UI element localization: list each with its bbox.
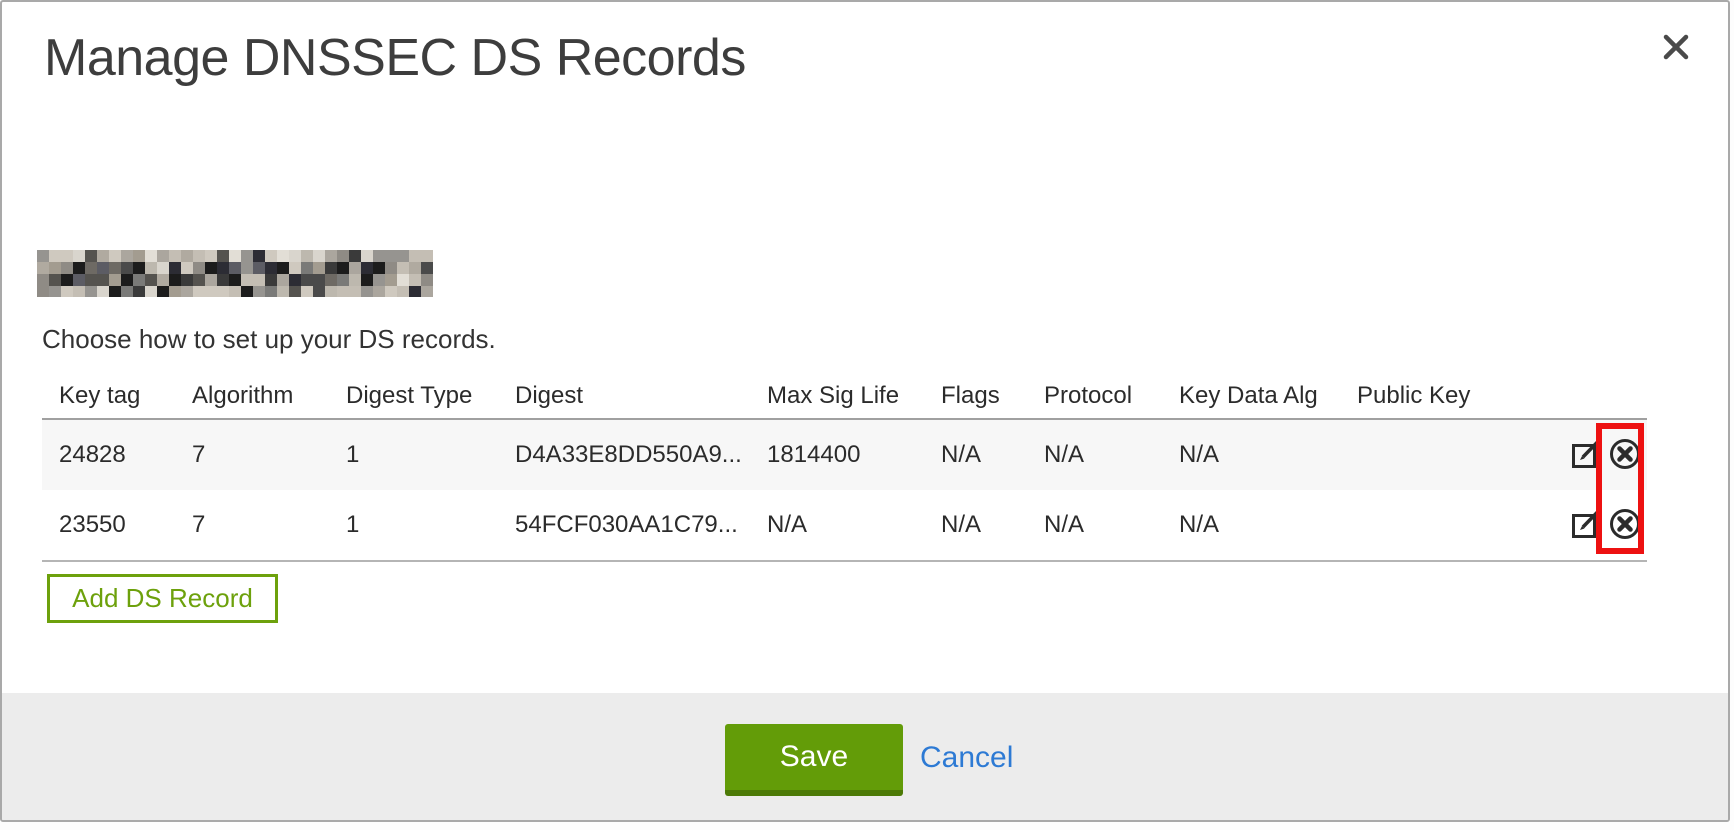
column-header-algorithm: Algorithm (192, 382, 346, 410)
setup-instruction-text: Choose how to set up your DS records. (42, 324, 496, 355)
delete-record-button[interactable] (1607, 437, 1643, 473)
cell-key-data-alg: N/A (1179, 511, 1357, 539)
cell-algorithm: 7 (192, 441, 346, 469)
edit-icon (1570, 437, 1604, 474)
save-button[interactable]: Save (725, 724, 903, 796)
cell-digest-type: 1 (346, 441, 515, 469)
add-ds-record-button[interactable]: Add DS Record (47, 574, 278, 623)
column-header-digest-type: Digest Type (346, 382, 515, 410)
edit-record-button[interactable] (1569, 437, 1605, 473)
table-row: 23550 7 1 54FCF030AA1C79... N/A N/A N/A … (42, 490, 1647, 560)
cell-key-tag: 24828 (42, 441, 192, 469)
column-header-protocol: Protocol (1044, 382, 1179, 410)
column-header-public-key: Public Key (1357, 382, 1515, 410)
table-row: 24828 7 1 D4A33E8DD550A9... 1814400 N/A … (42, 420, 1647, 490)
delete-icon (1608, 507, 1642, 544)
column-header-max-sig-life: Max Sig Life (767, 382, 941, 410)
dialog-title: Manage DNSSEC DS Records (44, 28, 746, 88)
dialog-footer: Save Cancel (2, 693, 1728, 820)
cell-digest: 54FCF030AA1C79... (515, 511, 767, 539)
column-header-key-tag: Key tag (42, 382, 192, 410)
page-background: Manage DNSSEC DS Records Choose how to s… (0, 0, 1734, 830)
ds-records-table: Key tag Algorithm Digest Type Digest Max… (42, 374, 1647, 562)
cell-protocol: N/A (1044, 511, 1179, 539)
column-header-flags: Flags (941, 382, 1044, 410)
delete-record-button[interactable] (1607, 507, 1643, 543)
table-header-row: Key tag Algorithm Digest Type Digest Max… (42, 374, 1647, 418)
column-header-key-data-alg: Key Data Alg (1179, 382, 1357, 410)
cell-key-tag: 23550 (42, 511, 192, 539)
cell-key-data-alg: N/A (1179, 441, 1357, 469)
manage-dnssec-ds-records-dialog: Manage DNSSEC DS Records Choose how to s… (0, 0, 1730, 822)
cell-flags: N/A (941, 441, 1044, 469)
cell-digest-type: 1 (346, 511, 515, 539)
close-icon (1661, 32, 1691, 65)
column-header-digest: Digest (515, 382, 767, 410)
edit-record-button[interactable] (1569, 507, 1605, 543)
cell-max-sig-life: 1814400 (767, 441, 941, 469)
cell-flags: N/A (941, 511, 1044, 539)
edit-icon (1570, 507, 1604, 544)
cell-digest: D4A33E8DD550A9... (515, 441, 767, 469)
table-body: 24828 7 1 D4A33E8DD550A9... 1814400 N/A … (42, 418, 1647, 562)
cancel-link[interactable]: Cancel (920, 741, 1013, 775)
delete-icon (1608, 437, 1642, 474)
cell-protocol: N/A (1044, 441, 1179, 469)
redacted-domain-name (37, 250, 433, 297)
cell-max-sig-life: N/A (767, 511, 941, 539)
close-dialog-button[interactable] (1658, 30, 1694, 66)
cell-algorithm: 7 (192, 511, 346, 539)
